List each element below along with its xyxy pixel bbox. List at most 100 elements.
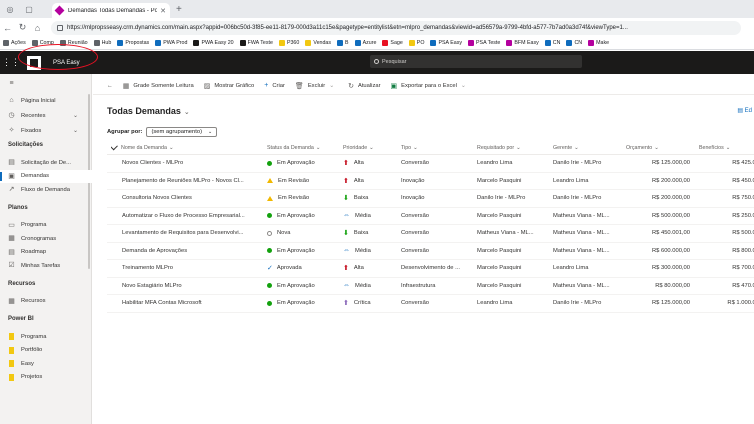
row-select[interactable] (111, 190, 121, 207)
table-row[interactable]: Demanda de Aprovações Em Aprovação ⇔ Média C… (107, 243, 754, 260)
bookmark-item[interactable]: FWA Teste (239, 40, 273, 46)
browser-menu-icon[interactable]: ◎ (3, 2, 17, 16)
bookmark-item[interactable]: CN (544, 40, 560, 46)
sidebar-item[interactable]: ▭ Programa (0, 219, 92, 232)
column-header[interactable]: Prioridade ⌄ (343, 141, 399, 154)
app-name[interactable]: PSA Easy (53, 60, 80, 66)
demand-name-cell[interactable]: Novo Estagiário MLPro (121, 278, 264, 295)
sidebar-item[interactable]: ↗ Fluxo de Demanda (0, 183, 92, 196)
show-chart-button[interactable]: ▨ Mostrar Gráfico (204, 82, 255, 90)
row-select[interactable] (111, 278, 121, 295)
bookmark-item[interactable]: Make (588, 40, 609, 46)
manager-cell[interactable]: Leandro Lima (553, 260, 623, 277)
sidebar-item[interactable]: ▦ Cronogramas (0, 232, 92, 245)
bookmark-item[interactable]: B (337, 40, 349, 46)
close-tab-icon[interactable]: ✕ (160, 7, 166, 15)
requested-by-cell[interactable]: Marcelo Pasquini (477, 208, 551, 225)
chevron-down-icon[interactable]: ⌄ (73, 112, 78, 119)
select-all-checkbox[interactable] (111, 141, 121, 154)
manager-cell[interactable]: Leandro Lima (553, 173, 623, 190)
row-select[interactable] (111, 243, 121, 260)
bookmark-item[interactable]: BFM Easy (506, 40, 539, 46)
table-row[interactable]: Consultoria Novos Clientes Em Revisão ⬇ Bai… (107, 190, 754, 208)
demand-name-cell[interactable]: Novos Clientes - MLPro (121, 155, 264, 172)
bookmark-item[interactable]: Azure (354, 40, 376, 46)
requested-by-cell[interactable]: Danilo Irie - MLPro (477, 190, 551, 207)
manager-cell[interactable]: Danilo Irie - MLPro (553, 295, 623, 312)
sidebar-item[interactable]: ▦ Recursos (0, 295, 92, 308)
bookmark-item[interactable]: Vendas (305, 40, 331, 46)
sidebar-item[interactable]: Portfólio (0, 344, 92, 357)
sidebar-item[interactable]: ▤ Solicitação de De... (0, 156, 92, 169)
column-header[interactable]: Orçamento ⌄ (624, 141, 696, 154)
column-header[interactable]: Tipo ⌄ (401, 141, 476, 154)
column-header[interactable]: Gerente ⌄ (553, 141, 623, 154)
demand-name-cell[interactable]: Levantamento de Requisitos para Desenvol… (121, 225, 264, 242)
bookmark-item[interactable]: PWA Prod (155, 40, 187, 46)
new-tab-button[interactable]: + (176, 4, 182, 15)
bookmark-item[interactable]: PSA Teste (468, 40, 500, 46)
bookmark-item[interactable]: Propostas (117, 40, 149, 46)
table-row[interactable]: Treinamento MLPro ✓ Aprovada ⬆ Alta Desenvolv… (107, 260, 754, 278)
sidebar-item[interactable]: ☑ Minhas Tarefas (0, 259, 92, 272)
bookmark-item[interactable]: Ações (3, 40, 26, 46)
manager-cell[interactable]: Matheus Viana - ML... (553, 225, 623, 242)
row-select[interactable] (111, 173, 121, 190)
row-select[interactable] (111, 208, 121, 225)
column-header[interactable]: Benefícios ⌄ (697, 141, 754, 154)
app-logo-icon[interactable] (27, 55, 41, 70)
table-row[interactable]: Novos Clientes - MLPro Em Aprovação ⬆ Alta C… (107, 155, 754, 173)
search-input[interactable]: Pesquisar (370, 55, 582, 68)
edit-columns-button[interactable]: ▤ Ed (737, 107, 752, 114)
bookmark-item[interactable]: PSA Easy (430, 40, 462, 46)
requested-by-cell[interactable]: Leandro Lima (477, 155, 551, 172)
requested-by-cell[interactable]: Marcelo Pasquini (477, 278, 551, 295)
home-icon[interactable]: ⌂ (30, 23, 45, 33)
back-icon[interactable]: ← (0, 23, 15, 33)
create-button[interactable]: + Criar (264, 82, 285, 89)
demand-name-cell[interactable]: Treinamento MLPro (121, 260, 264, 277)
sidebar-item-recent[interactable]: ◷ Recentes ⌄ (0, 109, 92, 122)
manager-cell[interactable]: Danilo Irie - MLPro (553, 190, 623, 207)
readonly-grid-button[interactable]: ▦ Grade Somente Leitura (123, 82, 194, 90)
manager-cell[interactable]: Matheus Viana - ML... (553, 243, 623, 260)
group-by-dropdown[interactable]: (sem agrupamento) ⌄ (146, 127, 218, 137)
requested-by-cell[interactable]: Marcelo Pasquini (477, 260, 551, 277)
row-select[interactable] (111, 260, 121, 277)
sidebar-item[interactable]: ▤ Roadmap (0, 246, 92, 259)
view-selector[interactable]: Todas Demandas ⌄ (107, 106, 190, 116)
export-excel-button[interactable]: ▣ Exportar para o Excel ⌄ (391, 82, 470, 90)
bookmark-item[interactable]: Sage (382, 40, 403, 46)
tab-actions-icon[interactable]: ▢ (22, 2, 36, 16)
sidebar-item[interactable]: Projetos (0, 371, 92, 384)
sidebar-item-pinned[interactable]: ✧ Fixados ⌄ (0, 124, 92, 137)
row-select[interactable] (111, 295, 121, 312)
row-select[interactable] (111, 155, 121, 172)
demand-name-cell[interactable]: Demanda de Aprovações (121, 243, 264, 260)
bookmark-item[interactable]: Hub (93, 40, 111, 46)
delete-button[interactable]: 🗑 Excluir ⌄ (295, 82, 338, 90)
manager-cell[interactable]: Danilo Irie - MLPro (553, 155, 623, 172)
requested-by-cell[interactable]: Marcelo Pasquini (477, 243, 551, 260)
sidebar-item[interactable]: Programa (0, 330, 92, 343)
refresh-button[interactable]: ↻ Atualizar (348, 82, 380, 90)
table-row[interactable]: Habilitar MFA Contas Microsoft Em Aprovaç… (107, 295, 754, 313)
bookmark-item[interactable]: Comp (31, 40, 54, 46)
table-row[interactable]: Levantamento de Requisitos para Desenvol… (107, 225, 754, 243)
reload-icon[interactable]: ↻ (15, 22, 30, 33)
demand-name-cell[interactable]: Planejamento de Reuniões MLPro - Novos C… (121, 173, 264, 190)
requested-by-cell[interactable]: Leandro Lima (477, 295, 551, 312)
back-button[interactable]: ← (107, 83, 113, 89)
sidebar-item[interactable]: ▣ Demandas (0, 169, 92, 183)
chevron-down-icon[interactable]: ⌄ (329, 83, 334, 89)
row-select[interactable] (111, 225, 121, 242)
manager-cell[interactable]: Matheus Viana - ML... (553, 208, 623, 225)
app-launcher-icon[interactable]: ⋮⋮ (0, 51, 22, 74)
manager-cell[interactable]: Matheus Viana - ML... (553, 278, 623, 295)
demand-name-cell[interactable]: Consultoria Novos Clientes (121, 190, 264, 207)
sidebar-item[interactable]: Easy (0, 357, 92, 370)
chevron-down-icon[interactable]: ⌄ (73, 127, 78, 134)
bookmark-item[interactable]: Reunião (59, 40, 88, 46)
bookmark-item[interactable]: P360 (278, 40, 299, 46)
collapse-menu-button[interactable]: ≡ (0, 77, 92, 90)
